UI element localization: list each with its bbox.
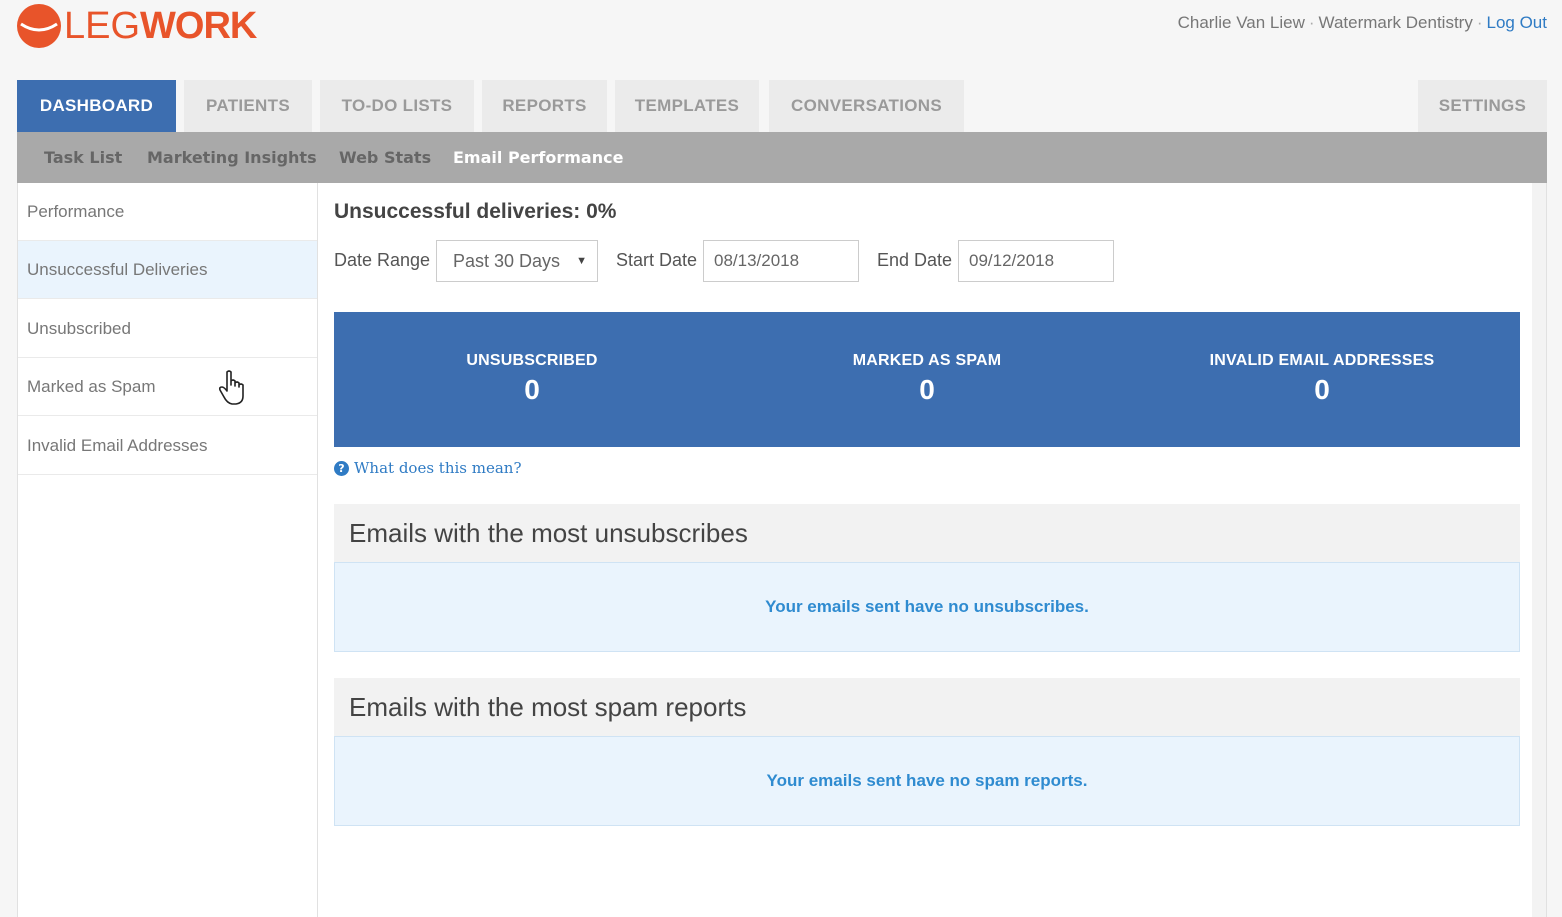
stat-label: INVALID EMAIL ADDRESSES <box>1209 352 1435 369</box>
scrollbar-track[interactable] <box>1532 183 1546 917</box>
tab-patients[interactable]: PATIENTS <box>184 80 312 132</box>
stat-label: MARKED AS SPAM <box>852 352 1002 369</box>
stat-value: 0 <box>524 374 540 405</box>
logout-link[interactable]: Log Out <box>1487 13 1548 32</box>
subnav-marketing-insights[interactable]: Marketing Insights <box>147 132 317 183</box>
stat-invalid-email-addresses: INVALID EMAIL ADDRESSES 0 <box>1172 352 1472 406</box>
tab-to-do-lists[interactable]: TO-DO LISTS <box>320 80 474 132</box>
content-panel: Performance Unsuccessful Deliveries Unsu… <box>17 183 1547 917</box>
logo-text: LEGWORK <box>64 5 257 47</box>
end-date-label: End Date <box>877 250 953 270</box>
date-range-label: Date Range <box>334 250 431 270</box>
sidebar-item-unsubscribed[interactable]: Unsubscribed <box>18 300 317 358</box>
dropdown-arrow-icon: ▼ <box>576 255 587 267</box>
start-date-label: Start Date <box>616 250 698 270</box>
section-title-spam-reports: Emails with the most spam reports <box>334 678 1520 736</box>
sub-navigation: Task List Marketing Insights Web Stats E… <box>17 132 1547 183</box>
empty-message-spam-reports: Your emails sent have no spam reports. <box>334 736 1520 826</box>
main-tabs: DASHBOARD PATIENTS TO-DO LISTS REPORTS T… <box>17 80 1547 132</box>
stat-label: UNSUBSCRIBED <box>466 352 598 369</box>
stat-value: 0 <box>1314 374 1330 405</box>
date-range-select[interactable]: Past 30 Days ▼ <box>436 240 598 282</box>
user-info: Charlie Van Liew · Watermark Dentistry · Log… <box>1177 13 1548 32</box>
date-range-value: Past 30 Days <box>453 251 561 271</box>
sidebar-item-unsuccessful-deliveries[interactable]: Unsuccessful Deliveries <box>18 241 317 299</box>
main-content: Unsuccessful deliveries: 0% Date Range P… <box>334 183 1520 917</box>
subnav-web-stats[interactable]: Web Stats <box>339 132 431 183</box>
sidebar-item-invalid-email-addresses[interactable]: Invalid Email Addresses <box>18 417 317 475</box>
tab-conversations[interactable]: CONVERSATIONS <box>769 80 964 132</box>
help-link[interactable]: ? What does this mean? <box>334 459 522 477</box>
hand-pointer-cursor-icon <box>218 370 244 405</box>
stats-banner: UNSUBSCRIBED 0 MARKED AS SPAM 0 INVALID … <box>334 312 1520 447</box>
end-date-input[interactable] <box>958 240 1114 282</box>
subnav-task-list[interactable]: Task List <box>44 132 122 183</box>
tab-templates[interactable]: TEMPLATES <box>615 80 759 132</box>
page-title: Unsuccessful deliveries: 0% <box>334 200 617 223</box>
empty-message-unsubscribes: Your emails sent have no unsubscribes. <box>334 562 1520 652</box>
top-header: LEGWORK Charlie Van Liew · Watermark Denti… <box>0 0 1562 62</box>
stat-marked-as-spam: MARKED AS SPAM 0 <box>777 352 1077 406</box>
user-name: Charlie Van Liew <box>1177 13 1305 32</box>
tab-settings[interactable]: SETTINGS <box>1418 80 1547 132</box>
sidebar-item-performance[interactable]: Performance <box>18 183 317 241</box>
help-question-icon: ? <box>334 460 349 476</box>
tab-dashboard[interactable]: DASHBOARD <box>17 80 176 132</box>
stat-value: 0 <box>919 374 935 405</box>
stat-unsubscribed: UNSUBSCRIBED 0 <box>382 352 682 406</box>
sidebar: Performance Unsuccessful Deliveries Unsu… <box>18 183 318 917</box>
tab-reports[interactable]: REPORTS <box>482 80 607 132</box>
help-link-text: What does this mean? <box>354 459 522 477</box>
start-date-input[interactable] <box>703 240 859 282</box>
subnav-email-performance[interactable]: Email Performance <box>453 132 623 183</box>
sidebar-item-marked-as-spam[interactable]: Marked as Spam <box>18 358 317 416</box>
practice-name: Watermark Dentistry <box>1318 13 1473 32</box>
logo-circle-icon <box>17 4 61 48</box>
section-title-unsubscribes: Emails with the most unsubscribes <box>334 504 1520 562</box>
legwork-logo[interactable]: LEGWORK <box>16 3 257 49</box>
